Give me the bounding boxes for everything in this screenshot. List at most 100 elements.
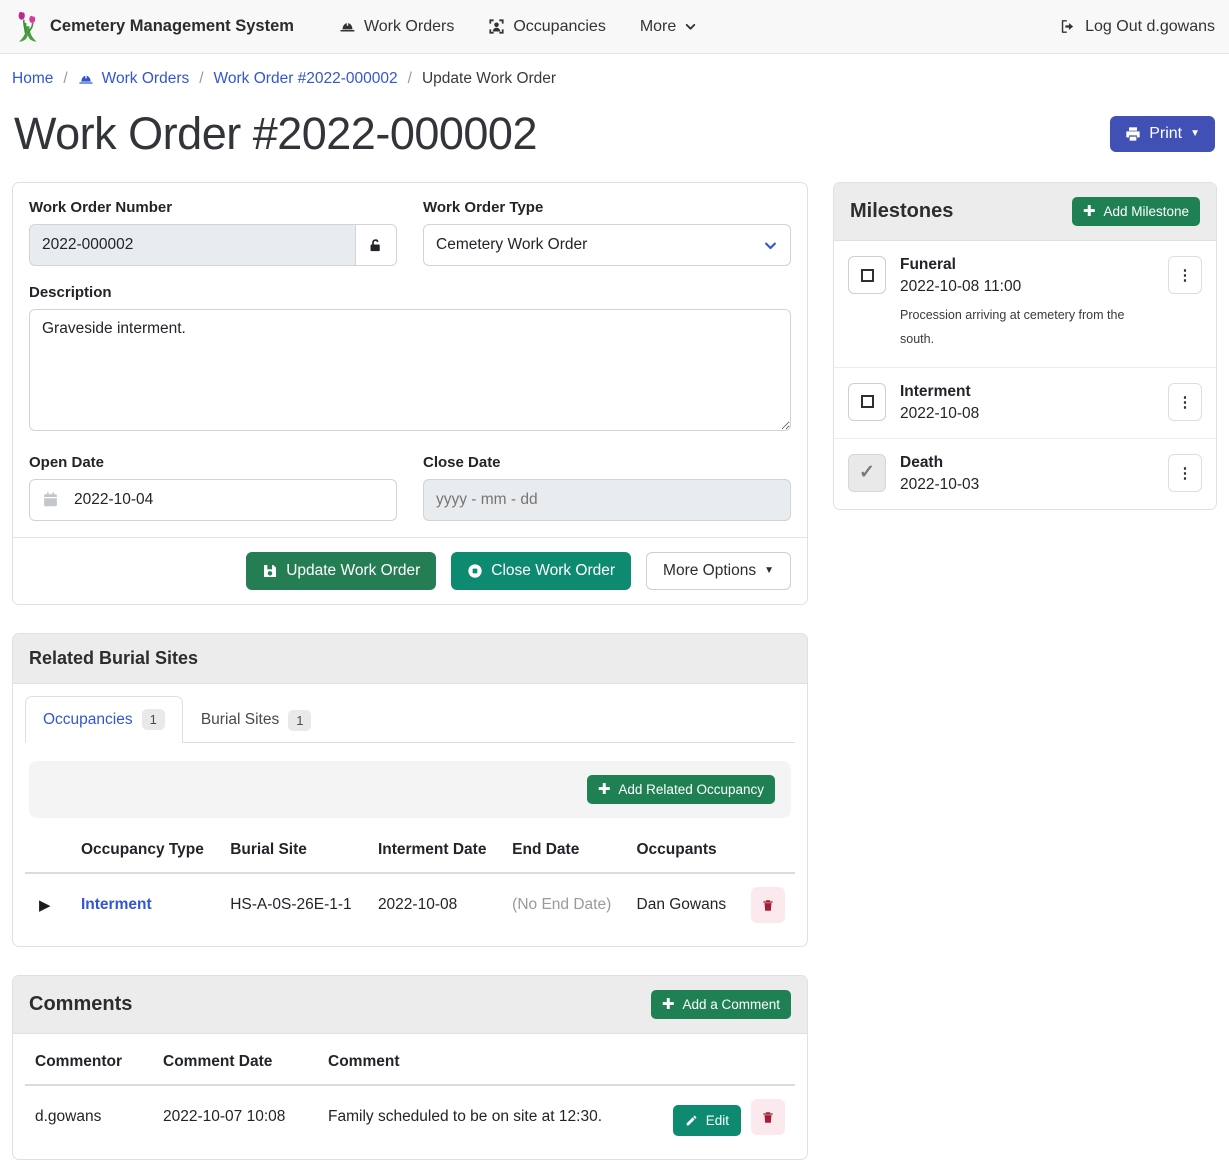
end-date-cell: (No End Date) (502, 873, 626, 936)
update-work-order-button[interactable]: Update Work Order (246, 552, 436, 590)
milestone-item: ✓ Death 2022-10-03 ⋮ (834, 438, 1216, 509)
open-date-input[interactable] (29, 479, 397, 521)
caret-down-icon: ▼ (1190, 129, 1200, 139)
breadcrumb-work-order[interactable]: Work Order #2022-000002 (214, 70, 398, 88)
tab-occupancies[interactable]: Occupancies 1 (25, 696, 183, 743)
add-milestone-button[interactable]: ✚ Add Milestone (1072, 197, 1200, 226)
open-date-label: Open Date (29, 454, 397, 471)
logout-button[interactable]: Log Out d.gowans (1059, 18, 1215, 36)
pencil-icon (685, 1114, 698, 1127)
more-options-button[interactable]: More Options ▼ (646, 552, 791, 590)
app-title: Cemetery Management System (50, 17, 294, 36)
delete-comment-button[interactable] (751, 1099, 785, 1135)
breadcrumb-separator: / (408, 70, 412, 88)
logout-label: Log Out d.gowans (1085, 18, 1215, 36)
milestone-checkbox-checked[interactable]: ✓ (848, 454, 886, 492)
milestone-menu-button[interactable]: ⋮ (1168, 454, 1202, 492)
milestone-item: Funeral 2022-10-08 11:00 Procession arri… (834, 241, 1216, 367)
comment-cell: Family scheduled to be on site at 12:30. (318, 1085, 663, 1149)
interment-date-cell: 2022-10-08 (368, 873, 502, 936)
page-header: Work Order #2022-000002 Print ▼ (0, 98, 1229, 182)
nav-occupancies[interactable]: Occupancies (488, 18, 606, 36)
checkbox-square-icon (861, 395, 874, 408)
comments-table: Commentor Comment Date Comment d.gowans … (25, 1040, 795, 1149)
edit-comment-label: Edit (706, 1113, 729, 1128)
col-burial-site: Burial Site (220, 828, 368, 873)
work-order-number-input[interactable] (29, 224, 355, 266)
kebab-icon: ⋮ (1178, 464, 1193, 482)
milestone-checkbox-unchecked[interactable] (848, 383, 886, 421)
description-textarea[interactable]: Graveside interment. (29, 309, 791, 431)
occupancies-table: Occupancy Type Burial Site Interment Dat… (25, 828, 795, 936)
col-comment: Comment (318, 1040, 663, 1085)
plus-icon: ✚ (598, 782, 611, 797)
occupancy-type-link[interactable]: Interment (81, 896, 152, 913)
app-brand[interactable]: Cemetery Management System (14, 10, 294, 44)
checkmark-icon: ✓ (859, 463, 875, 482)
hard-hat-icon (339, 18, 356, 35)
col-comment-date: Comment Date (153, 1040, 318, 1085)
print-button[interactable]: Print ▼ (1110, 116, 1215, 152)
close-work-order-button[interactable]: Close Work Order (451, 552, 631, 590)
kebab-icon: ⋮ (1178, 393, 1193, 411)
breadcrumb-work-orders-label: Work Orders (102, 70, 190, 88)
burial-site-cell: HS-A-0S-26E-1-1 (220, 873, 368, 936)
add-comment-button[interactable]: ✚ Add a Comment (651, 990, 791, 1019)
work-order-form-card: Work Order Number (12, 182, 808, 605)
nav-more[interactable]: More (640, 18, 697, 36)
checkbox-square-icon (861, 269, 874, 282)
expand-row-button[interactable]: ▶ (35, 894, 55, 916)
delete-occupancy-button[interactable] (751, 887, 785, 923)
chevron-down-icon (763, 238, 778, 253)
milestone-menu-button[interactable]: ⋮ (1168, 383, 1202, 421)
edit-comment-button[interactable]: Edit (673, 1105, 741, 1136)
tab-burial-sites[interactable]: Burial Sites 1 (183, 696, 330, 743)
nav-occupancies-label: Occupancies (513, 18, 606, 36)
work-order-type-select[interactable]: Cemetery Work Order (423, 224, 791, 266)
unlock-button[interactable] (355, 224, 397, 266)
nav-work-orders[interactable]: Work Orders (339, 18, 454, 36)
comment-date-cell: 2022-10-07 10:08 (153, 1085, 318, 1149)
milestones-title: Milestones (850, 200, 953, 223)
work-order-type-value: Cemetery Work Order (436, 236, 587, 254)
form-actions: Update Work Order Close Work Order More … (13, 537, 807, 604)
description-label: Description (29, 284, 791, 301)
milestone-checkbox-unchecked[interactable] (848, 256, 886, 294)
tab-burial-sites-label: Burial Sites (201, 711, 279, 729)
comments-header: Comments ✚ Add a Comment (13, 976, 807, 1034)
occupants-cell: Dan Gowans (627, 873, 742, 936)
tab-occupancies-label: Occupancies (43, 711, 133, 729)
milestone-title: Death (900, 454, 1154, 472)
work-order-type-label: Work Order Type (423, 199, 791, 216)
breadcrumb-current: Update Work Order (422, 70, 556, 88)
milestones-header: Milestones ✚ Add Milestone (834, 183, 1216, 241)
trash-icon (761, 1110, 775, 1125)
close-date-input[interactable] (423, 479, 791, 521)
add-related-occupancy-button[interactable]: ✚ Add Related Occupancy (587, 775, 775, 804)
milestone-menu-button[interactable]: ⋮ (1168, 256, 1202, 294)
calendar-icon (42, 491, 59, 508)
breadcrumb-work-orders[interactable]: Work Orders (78, 70, 190, 88)
breadcrumb-separator: / (63, 70, 67, 88)
add-comment-label: Add a Comment (682, 997, 780, 1012)
tulip-logo-icon (14, 10, 40, 44)
navbar: Cemetery Management System Work Orders O… (0, 0, 1229, 54)
stop-circle-icon (467, 563, 483, 579)
related-burial-sites-card: Related Burial Sites Occupancies 1 Buria… (12, 633, 808, 947)
occupancies-toolbar: ✚ Add Related Occupancy (29, 761, 791, 818)
related-burial-sites-header: Related Burial Sites (13, 634, 807, 684)
save-icon (262, 563, 278, 579)
hard-hat-icon (78, 71, 94, 87)
breadcrumb-home[interactable]: Home (12, 70, 53, 88)
breadcrumb: Home / Work Orders / Work Order #2022-00… (0, 54, 1229, 98)
page-title: Work Order #2022-000002 (14, 108, 537, 160)
milestone-date: 2022-10-08 (900, 405, 1154, 423)
logout-icon (1059, 18, 1076, 35)
add-milestone-label: Add Milestone (1103, 204, 1189, 219)
add-related-occupancy-label: Add Related Occupancy (618, 782, 764, 797)
comment-row: d.gowans 2022-10-07 10:08 Family schedul… (25, 1085, 795, 1149)
print-label: Print (1149, 125, 1182, 143)
milestone-date: 2022-10-03 (900, 476, 1154, 494)
col-commentor: Commentor (25, 1040, 153, 1085)
breadcrumb-separator: / (199, 70, 203, 88)
